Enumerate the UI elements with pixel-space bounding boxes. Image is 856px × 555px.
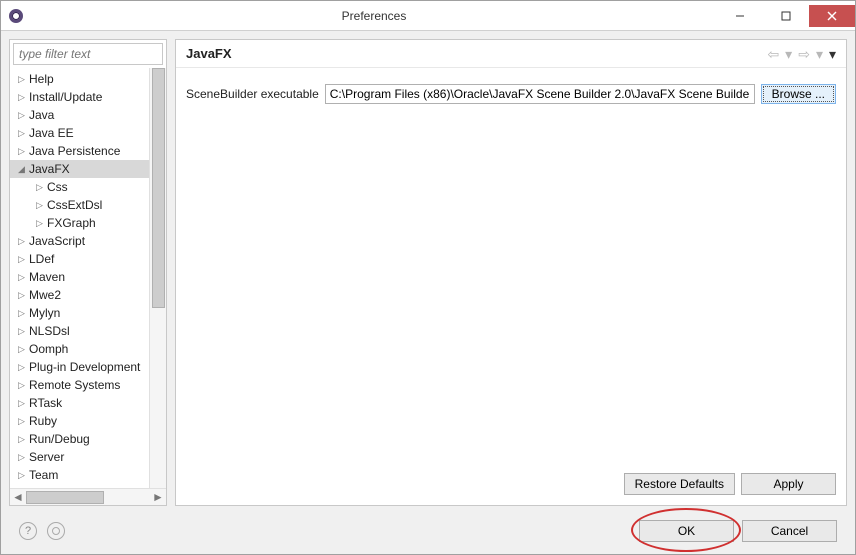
expand-icon[interactable]: ▷ [14, 125, 29, 141]
expand-icon[interactable]: ▷ [14, 107, 29, 123]
maximize-button[interactable] [763, 5, 809, 27]
tree-item-label: Java [29, 107, 54, 123]
filter-input[interactable] [13, 43, 163, 65]
expand-icon[interactable]: ▷ [14, 251, 29, 267]
expand-icon[interactable]: ▷ [14, 323, 29, 339]
expand-icon[interactable]: ▷ [14, 413, 29, 429]
tree-item[interactable]: ▷JavaScript [10, 232, 149, 250]
view-menu-icon[interactable]: ▾ [829, 47, 836, 61]
expand-icon[interactable]: ▷ [14, 395, 29, 411]
tree-item-label: Maven [29, 269, 65, 285]
tree-item-label: Mylyn [29, 305, 60, 321]
tree-item-label: NLSDsl [29, 323, 70, 339]
tree-item[interactable]: ▷LDef [10, 250, 149, 268]
tree-item[interactable]: ▷Install/Update [10, 88, 149, 106]
tree-item[interactable]: ▷Server [10, 448, 149, 466]
preferences-tree[interactable]: ▷Help▷Install/Update▷Java▷Java EE▷Java P… [10, 68, 149, 488]
help-icon[interactable]: ? [19, 522, 37, 540]
forward-icon[interactable]: ⇨ [798, 47, 810, 61]
expand-icon[interactable]: ▷ [14, 233, 29, 249]
tree-item[interactable]: ▷FXGraph [10, 214, 149, 232]
tree-item-label: Team [29, 467, 58, 483]
tree-item[interactable]: ▷NLSDsl [10, 322, 149, 340]
ok-button[interactable]: OK [639, 520, 734, 542]
window-title: Preferences [31, 9, 717, 23]
expand-icon[interactable]: ▷ [14, 143, 29, 159]
scenebuilder-path-input[interactable] [325, 84, 755, 104]
tree-item-label: Ruby [29, 413, 57, 429]
tree-item[interactable]: ▷Java EE [10, 124, 149, 142]
tree-item-label: Remote Systems [29, 377, 120, 393]
tree-item-label: Java Persistence [29, 143, 120, 159]
expand-icon[interactable]: ▷ [14, 269, 29, 285]
expand-icon[interactable]: ▷ [32, 179, 47, 195]
page-title: JavaFX [186, 46, 767, 61]
tree-item-label: CssExtDsl [47, 197, 102, 213]
tree-item[interactable]: ▷RTask [10, 394, 149, 412]
tree-item-label: Help [29, 71, 54, 87]
tree-item-label: Run/Debug [29, 431, 90, 447]
expand-icon[interactable]: ▷ [14, 287, 29, 303]
vertical-scrollbar[interactable] [149, 68, 166, 488]
app-icon [1, 9, 31, 23]
expand-icon[interactable]: ▷ [14, 89, 29, 105]
tree-item[interactable]: ▷Java [10, 106, 149, 124]
titlebar: Preferences [1, 1, 855, 31]
tree-item[interactable]: ▷Ruby [10, 412, 149, 430]
tree-item[interactable]: ▷Plug-in Development [10, 358, 149, 376]
oomph-record-icon[interactable] [47, 522, 65, 540]
tree-item-label: Oomph [29, 341, 68, 357]
forward-menu-icon[interactable]: ▾ [816, 47, 823, 61]
horizontal-scrollbar[interactable]: ◄ ► [10, 488, 166, 505]
back-menu-icon[interactable]: ▾ [785, 47, 792, 61]
scenebuilder-label: SceneBuilder executable [186, 87, 319, 101]
tree-item[interactable]: ▷Css [10, 178, 149, 196]
expand-icon[interactable]: ▷ [14, 377, 29, 393]
restore-defaults-button[interactable]: Restore Defaults [624, 473, 735, 495]
tree-item[interactable]: ▷Team [10, 466, 149, 484]
tree-item-label: Java EE [29, 125, 74, 141]
tree-item[interactable]: ▷Java Persistence [10, 142, 149, 160]
tree-item-label: Plug-in Development [29, 359, 140, 375]
tree-item[interactable]: ▷Mylyn [10, 304, 149, 322]
tree-item[interactable]: ▷CssExtDsl [10, 196, 149, 214]
tree-item[interactable]: ▷Remote Systems [10, 376, 149, 394]
cancel-button[interactable]: Cancel [742, 520, 837, 542]
preferences-tree-panel: ▷Help▷Install/Update▷Java▷Java EE▷Java P… [9, 39, 167, 506]
tree-item[interactable]: ◢JavaFX [10, 160, 149, 178]
tree-item-label: Mwe2 [29, 287, 61, 303]
tree-item-label: JavaScript [29, 233, 85, 249]
tree-item-label: RTask [29, 395, 62, 411]
content-panel: JavaFX ⇦ ▾ ⇨ ▾ ▾ SceneBuilder executable B… [175, 39, 847, 506]
tree-item-label: JavaFX [29, 161, 70, 177]
expand-icon[interactable]: ▷ [14, 467, 29, 483]
tree-item[interactable]: ▷Mwe2 [10, 286, 149, 304]
expand-icon[interactable]: ▷ [14, 305, 29, 321]
apply-button[interactable]: Apply [741, 473, 836, 495]
expand-icon[interactable]: ▷ [32, 215, 47, 231]
tree-item-label: Install/Update [29, 89, 102, 105]
collapse-icon[interactable]: ◢ [14, 161, 29, 177]
browse-button[interactable]: Browse ... [761, 84, 836, 104]
expand-icon[interactable]: ▷ [14, 449, 29, 465]
tree-item[interactable]: ▷Run/Debug [10, 430, 149, 448]
expand-icon[interactable]: ▷ [14, 359, 29, 375]
tree-item-label: LDef [29, 251, 54, 267]
expand-icon[interactable]: ▷ [14, 431, 29, 447]
minimize-button[interactable] [717, 5, 763, 27]
expand-icon[interactable]: ▷ [14, 71, 29, 87]
tree-item-label: Css [47, 179, 68, 195]
close-button[interactable] [809, 5, 855, 27]
tree-item-label: Server [29, 449, 64, 465]
tree-item[interactable]: ▷Help [10, 70, 149, 88]
tree-item-label: FXGraph [47, 215, 96, 231]
back-icon[interactable]: ⇦ [767, 47, 779, 61]
expand-icon[interactable]: ▷ [14, 341, 29, 357]
expand-icon[interactable]: ▷ [32, 197, 47, 213]
tree-item[interactable]: ▷Maven [10, 268, 149, 286]
tree-item[interactable]: ▷Oomph [10, 340, 149, 358]
